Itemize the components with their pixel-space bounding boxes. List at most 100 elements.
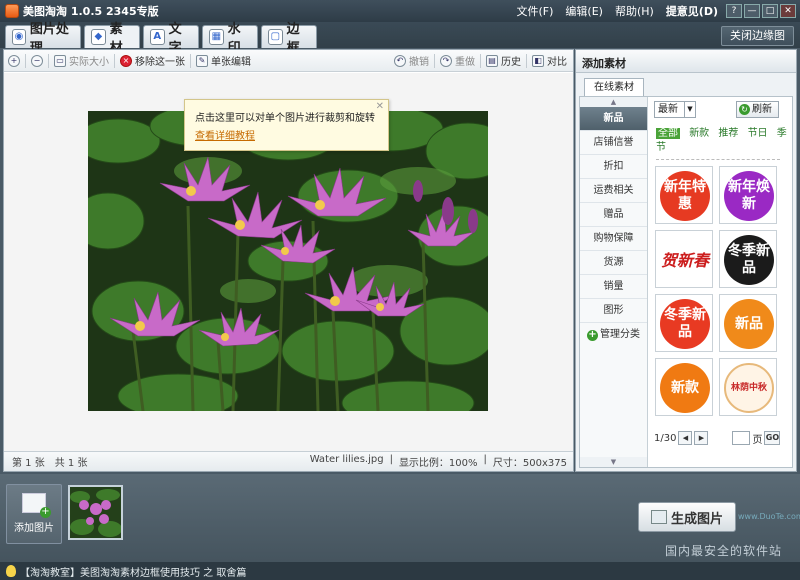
sticker-badge: 新品 (724, 299, 774, 349)
category-item[interactable]: 运费相关 (580, 179, 647, 203)
toolbar-divider (434, 53, 435, 68)
material-icon: ◆ (91, 29, 106, 45)
actual-size-icon: ▭ (54, 54, 66, 67)
close-window-button[interactable]: ✕ (780, 4, 796, 18)
current-index: 第 1 张 (12, 458, 45, 469)
image-process-icon: ◉ (12, 29, 26, 45)
sticker-item[interactable]: 新品 (719, 294, 777, 352)
tip-link[interactable]: 【淘淘教室】美图淘淘素材边框使用技巧 之 取舍篇 (20, 564, 246, 579)
tooltip-close-icon[interactable]: ✕ (376, 101, 384, 112)
category-item[interactable]: 销量 (580, 275, 647, 299)
single-edit-button[interactable]: ✎ 单张编辑 (196, 53, 251, 68)
sticker-badge: 冬季新品 (660, 299, 710, 349)
generate-image-button[interactable]: 生成图片 (638, 502, 736, 532)
toolbar-divider (526, 53, 527, 68)
pager: 1/30 ◀ ▶ 页 GO (654, 429, 786, 447)
filter-holiday[interactable]: 节日 (748, 128, 768, 139)
remove-one-button[interactable]: × 移除这一张 (120, 53, 185, 68)
category-item[interactable]: 图形 (580, 299, 647, 323)
zoom-in-button[interactable]: + (8, 54, 20, 67)
image-size: 尺寸：500x375 (492, 458, 567, 469)
sticker-item[interactable]: 冬季新品 (719, 230, 777, 288)
filename: Water lilies.jpg (309, 454, 384, 465)
sticker-badge: 贺新春 (660, 235, 710, 285)
generate-icon (650, 510, 667, 524)
minimize-button[interactable]: — (744, 4, 760, 18)
single-edit-tooltip: ✕ 点击这里可以对单个图片进行裁剪和旋转 查看详细教程 (184, 99, 389, 151)
toolbar-divider (114, 53, 115, 68)
maximize-button[interactable]: □ (762, 4, 778, 18)
sticker-item[interactable]: 新款 (655, 358, 713, 416)
window-controls: ? — □ ✕ (726, 4, 796, 18)
manage-categories-button[interactable]: + 管理分类 (580, 323, 647, 347)
page-input[interactable] (732, 431, 751, 445)
redo-icon: ↷ (440, 54, 452, 67)
category-item[interactable]: 折扣 (580, 155, 647, 179)
add-image-button[interactable]: 添加图片 (6, 484, 62, 544)
water-lilies-image (88, 111, 488, 411)
help-button[interactable]: ? (726, 4, 742, 18)
go-button[interactable]: GO (764, 431, 781, 445)
tab-image-process[interactable]: ◉ 图片处理 (5, 22, 81, 56)
tab-online-material[interactable]: 在线素材 (584, 78, 644, 96)
sticker-item[interactable]: 新年特惠 (655, 166, 713, 224)
filter-all[interactable]: 全部 (656, 128, 680, 139)
scroll-up-icon[interactable]: ▲ (580, 97, 647, 107)
compare-button[interactable]: ◧ 对比 (532, 53, 567, 68)
sticker-item[interactable]: 新年焕新 (719, 166, 777, 224)
single-edit-icon: ✎ (196, 54, 208, 67)
category-list: ▲ 新品 店铺信誉 折扣 运费相关 赠品 购物保障 货源 销量 图形 + 管理分… (580, 97, 648, 467)
sort-select[interactable]: 最新 ▼ (654, 101, 696, 118)
image-thumbnail[interactable] (68, 485, 123, 540)
toolbar-divider (190, 53, 191, 68)
category-item[interactable]: 货源 (580, 251, 647, 275)
tab-watermark[interactable]: ▦ 水印 (202, 22, 258, 56)
tab-material[interactable]: ◆ 素材 (84, 22, 140, 56)
material-panel: 添加素材 在线素材 ▲ 新品 店铺信誉 折扣 运费相关 赠品 购物保障 货源 销… (575, 49, 797, 472)
sticker-item[interactable]: 林荫中秋 (719, 358, 777, 416)
menu-edit[interactable]: 编辑(E) (565, 3, 603, 19)
menu-help[interactable]: 帮助(H) (615, 3, 654, 19)
tutorial-link[interactable]: 查看详细教程 (195, 127, 255, 142)
page-label: 页 (752, 434, 763, 446)
filter-recommend[interactable]: 推荐 (718, 128, 738, 139)
close-composite-button[interactable]: 关闭边缘图 (721, 26, 794, 46)
undo-button[interactable]: ↶ 撤销 (394, 53, 429, 68)
add-icon: + (587, 328, 598, 341)
tab-text[interactable]: A 文字 (143, 22, 199, 56)
scroll-down-icon[interactable]: ▼ (580, 457, 647, 467)
history-button[interactable]: ▤ 历史 (486, 53, 521, 68)
sticker-badge: 新年特惠 (660, 171, 710, 221)
image-canvas[interactable]: ✕ 点击这里可以对单个图片进行裁剪和旋转 查看详细教程 (4, 73, 573, 451)
prev-page-button[interactable]: ◀ (678, 431, 693, 445)
zoom-out-button[interactable]: − (31, 54, 43, 67)
sticker-item[interactable]: 冬季新品 (655, 294, 713, 352)
remove-icon: × (120, 54, 132, 67)
category-item[interactable]: 新品 (580, 107, 647, 131)
redo-button[interactable]: ↷ 重做 (440, 53, 475, 68)
panel-title: 添加素材 (576, 50, 796, 73)
menu-file[interactable]: 文件(F) (516, 3, 553, 19)
refresh-button[interactable]: ↻ 刷新 (736, 101, 779, 118)
actual-size-button[interactable]: ▭ 实际大小 (54, 53, 109, 68)
next-page-button[interactable]: ▶ (694, 431, 709, 445)
watermark-icon: ▦ (209, 29, 224, 45)
sticker-item[interactable]: 贺新春 (655, 230, 713, 288)
module-tab-bar: ◉ 图片处理 ◆ 素材 A 文字 ▦ 水印 ▢ 边框 关闭边缘图 (0, 22, 800, 56)
divider: | (483, 454, 487, 465)
total-count: 共 1 张 (54, 458, 88, 469)
category-item[interactable]: 购物保障 (580, 227, 647, 251)
tab-frame[interactable]: ▢ 边框 (261, 22, 317, 56)
toolbar-divider (480, 53, 481, 68)
category-item[interactable]: 赠品 (580, 203, 647, 227)
category-item[interactable]: 店铺信誉 (580, 131, 647, 155)
chevron-down-icon: ▼ (684, 102, 695, 117)
add-image-icon (22, 493, 51, 518)
filter-new-style[interactable]: 新款 (689, 128, 709, 139)
menu-feedback[interactable]: 提意见(D) (666, 3, 718, 19)
water-lilies-photo[interactable] (88, 111, 488, 411)
editor-toolbar: + − ▭ 实际大小 × 移除这一张 ✎ 单张编辑 ↶ 撤销 ↷ 重做 ▤ 历史 ◧ 对比 (4, 50, 573, 72)
sticker-badge: 新年焕新 (724, 171, 774, 221)
zoom-out-icon: − (31, 54, 43, 67)
editor-workspace: + − ▭ 实际大小 × 移除这一张 ✎ 单张编辑 ↶ 撤销 ↷ 重做 ▤ 历史 ◧ 对比 (3, 49, 574, 472)
